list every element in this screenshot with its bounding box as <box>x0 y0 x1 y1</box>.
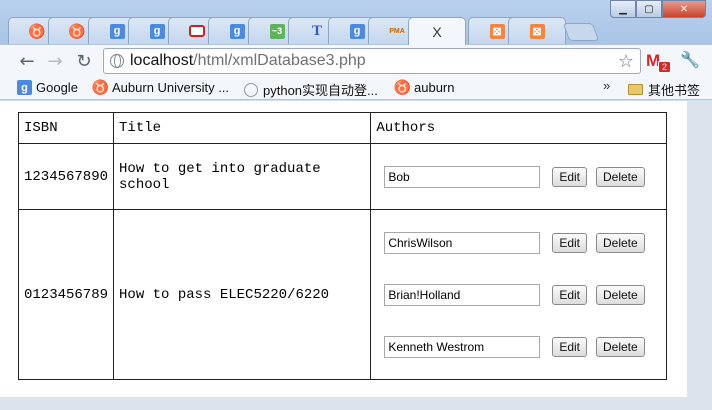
isbn-cell: 1234567890 <box>17 143 115 210</box>
author-field[interactable] <box>384 335 541 358</box>
auburn-paw-icon: ♉ <box>68 22 86 39</box>
folder-icon <box>628 84 643 95</box>
bookmarks-overflow-icon[interactable]: » <box>603 78 610 93</box>
back-arrow-icon[interactable]: ← <box>16 50 38 72</box>
google-icon: g <box>17 80 32 95</box>
auburn-paw-icon: ♉ <box>393 79 412 95</box>
author-field[interactable] <box>384 283 541 306</box>
author-row: Edit Delete <box>376 165 661 189</box>
other-bookmarks-label: 其他书签 <box>648 83 701 98</box>
google-icon: g <box>149 23 165 39</box>
delete-button[interactable]: Delete <box>596 284 645 305</box>
stepic-icon: ~3 <box>269 23 285 39</box>
wrench-menu-icon[interactable]: 🔧 <box>680 50 700 70</box>
clock-icon <box>244 82 258 97</box>
other-bookmarks[interactable]: 其他书签 <box>628 80 700 99</box>
new-tab-button[interactable] <box>562 23 600 41</box>
title-cell: How to pass ELEC5220/6220 <box>113 209 372 380</box>
close-tab-icon[interactable]: X <box>432 24 441 40</box>
table-row: 0123456789 How to pass ELEC5220/6220 Edi… <box>17 209 667 380</box>
edit-button[interactable]: Edit <box>552 336 587 357</box>
bookmarks-bar: g Google ♉ Auburn University ... python实… <box>0 76 712 100</box>
bookmark-label: auburn <box>414 80 455 95</box>
delete-button[interactable]: Delete <box>596 232 645 253</box>
google-icon: g <box>349 23 365 39</box>
reload-icon[interactable]: ↻ <box>73 50 95 72</box>
edit-button[interactable]: Edit <box>552 284 587 305</box>
authors-cell: Edit Delete <box>370 143 667 210</box>
globe-icon <box>110 54 124 68</box>
forward-arrow-icon[interactable]: → <box>44 50 66 72</box>
auburn-paw-icon: ♉ <box>91 79 110 95</box>
window-controls: ▁ ▢ ✕ <box>610 0 706 18</box>
delete-button[interactable]: Delete <box>596 336 645 357</box>
page-content: ISBN Title Authors 1234567890 How to get… <box>0 101 712 410</box>
title-cell: How to get into graduate school <box>113 143 372 210</box>
page-gutter <box>687 101 712 410</box>
tab-13[interactable]: ⊠ <box>508 17 566 44</box>
author-row: Edit Delete <box>376 283 661 307</box>
edit-button[interactable]: Edit <box>552 232 587 253</box>
bookmark-python[interactable]: python实现自动登... <box>244 80 378 99</box>
url-path: /html/xmlDatabase3.php <box>193 52 366 69</box>
maximize-icon[interactable]: ▢ <box>636 0 662 18</box>
minimize-icon[interactable]: ▁ <box>610 0 636 18</box>
header-title: Title <box>113 112 372 144</box>
header-isbn: ISBN <box>17 112 115 144</box>
author-row: Edit Delete <box>376 335 661 359</box>
t-icon: T <box>311 22 322 39</box>
books-table: ISBN Title Authors 1234567890 How to get… <box>17 112 667 380</box>
header-authors: Authors <box>370 112 667 144</box>
url-host: localhost <box>130 52 194 69</box>
tab-active[interactable]: X <box>408 17 466 45</box>
xampp-icon: ⊠ <box>489 23 505 39</box>
bookmark-label: python实现自动登... <box>263 83 378 98</box>
oracle-icon <box>189 25 205 37</box>
author-field[interactable] <box>384 231 541 254</box>
gmail-unread-badge: 2 <box>658 61 672 73</box>
bookmark-label: Auburn University ... <box>112 80 230 95</box>
bookmark-label: Google <box>36 80 78 95</box>
close-window-icon[interactable]: ✕ <box>662 0 706 18</box>
delete-button[interactable]: Delete <box>596 166 645 187</box>
address-bar[interactable]: localhost/html/xmlDatabase3.php ☆ <box>103 48 641 74</box>
authors-cell: Edit Delete Edit Delete Edit Delete <box>370 209 667 380</box>
edit-button[interactable]: Edit <box>552 166 587 187</box>
bookmark-auburn[interactable]: ♉ auburn <box>393 79 455 95</box>
google-icon: g <box>109 23 125 39</box>
tab-strip: ♉ ♉ g g g ~3 T g PMA X ⊠ ⊠ ▁ ▢ ✕ <box>0 0 712 45</box>
author-row: Edit Delete <box>376 231 661 255</box>
author-field[interactable] <box>384 165 541 188</box>
auburn-paw-icon: ♉ <box>28 22 46 39</box>
xampp-icon: ⊠ <box>529 23 545 39</box>
isbn-cell: 0123456789 <box>17 209 115 380</box>
google-icon: g <box>229 23 245 39</box>
bookmark-star-icon[interactable]: ☆ <box>618 51 634 72</box>
browser-toolbar: ← → ↻ localhost/html/xmlDatabase3.php ☆ … <box>0 44 712 76</box>
gmail-checker-button[interactable]: M 2 <box>646 51 672 73</box>
bookmark-auburn-university[interactable]: ♉ Auburn University ... <box>91 79 230 95</box>
table-row: 1234567890 How to get into graduate scho… <box>17 143 667 210</box>
phpmyadmin-icon: PMA <box>389 27 405 35</box>
page-gutter-bottom <box>0 397 712 410</box>
bookmark-google[interactable]: g Google <box>17 80 78 95</box>
